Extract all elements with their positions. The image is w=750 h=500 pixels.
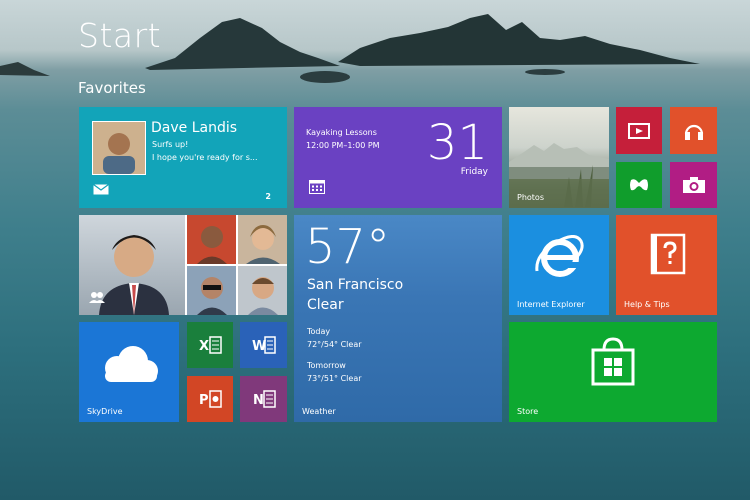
video-tile[interactable] [616,107,662,154]
word-icon: W [240,322,287,368]
weather-tomorrow-label: Tomorrow [307,361,346,370]
mail-tile[interactable]: Dave Landis Surfs up! I hope you're read… [79,107,287,208]
group-label-favorites: Favorites [78,79,146,97]
start-screen: { "header": { "title": "Start", "group":… [0,0,750,500]
calendar-day-number: 31 [426,115,488,171]
powerpoint-icon: P [187,376,233,422]
weather-label: Weather [302,407,336,416]
svg-text:W: W [252,339,266,354]
excel-tile[interactable]: X [187,322,233,368]
calendar-event-time: 12:00 PM–1:00 PM [306,141,380,150]
mail-unread-count: 2 [265,192,271,201]
onenote-tile[interactable]: N [240,376,287,422]
powerpoint-tile[interactable]: P [187,376,233,422]
mail-sender: Dave Landis [151,120,238,136]
svg-text:X: X [199,339,209,354]
calendar-event-title: Kayaking Lessons [306,128,377,137]
mail-preview: I hope you're ready for s... [152,153,258,162]
photos-tile[interactable]: Photos [509,107,609,208]
help-tips-label: Help & Tips [624,300,670,309]
camera-icon [670,162,717,208]
music-tile[interactable] [670,107,717,154]
weather-city: San Francisco [307,277,404,293]
camera-tile[interactable] [670,162,717,208]
calendar-weekday: Friday [460,167,488,177]
sender-avatar [92,121,146,175]
weather-today-label: Today [307,327,331,336]
contact-photo-2 [238,215,287,264]
store-tile[interactable]: Store [509,322,717,422]
svg-text:P: P [199,393,209,408]
store-bag-icon [591,336,635,390]
calendar-icon [309,179,325,198]
word-tile[interactable]: W [240,322,287,368]
photos-label: Photos [517,193,544,202]
video-icon [616,107,662,154]
help-tips-tile[interactable]: Help & Tips [616,215,717,315]
weather-condition: Clear [307,297,344,313]
mail-envelope-icon [93,180,109,199]
internet-explorer-label: Internet Explorer [517,300,585,309]
skydrive-label: SkyDrive [87,407,123,416]
internet-explorer-tile[interactable]: Internet Explorer [509,215,609,315]
svg-text:N: N [253,393,264,408]
onenote-icon: N [240,376,287,422]
weather-tomorrow-value: 73°/51° Clear [307,374,362,383]
people-tile[interactable] [79,215,287,315]
internet-explorer-icon [535,235,585,283]
calendar-tile[interactable]: Kayaking Lessons 12:00 PM–1:00 PM 31 Fri… [294,107,502,208]
calendar-event: Kayaking Lessons 12:00 PM–1:00 PM [306,126,380,152]
headphones-icon [670,107,717,154]
contact-photo-4 [238,266,287,315]
page-title: Start [78,16,162,55]
weather-today-value: 72°/54° Clear [307,340,362,349]
weather-tile[interactable]: 57° San Francisco Clear Today 72°/54° Cl… [294,215,502,422]
help-book-icon [648,233,688,281]
contact-photo-3 [187,266,236,315]
cloud-icon [97,344,161,388]
store-label: Store [517,407,539,416]
excel-icon: X [187,322,233,368]
contact-photo-1 [187,215,236,264]
mail-subject: Surfs up! [152,140,189,149]
people-icon [89,288,105,307]
games-tile[interactable] [616,162,662,208]
xbox-games-icon [616,162,662,208]
weather-temperature: 57° [305,219,391,275]
skydrive-tile[interactable]: SkyDrive [79,322,179,422]
